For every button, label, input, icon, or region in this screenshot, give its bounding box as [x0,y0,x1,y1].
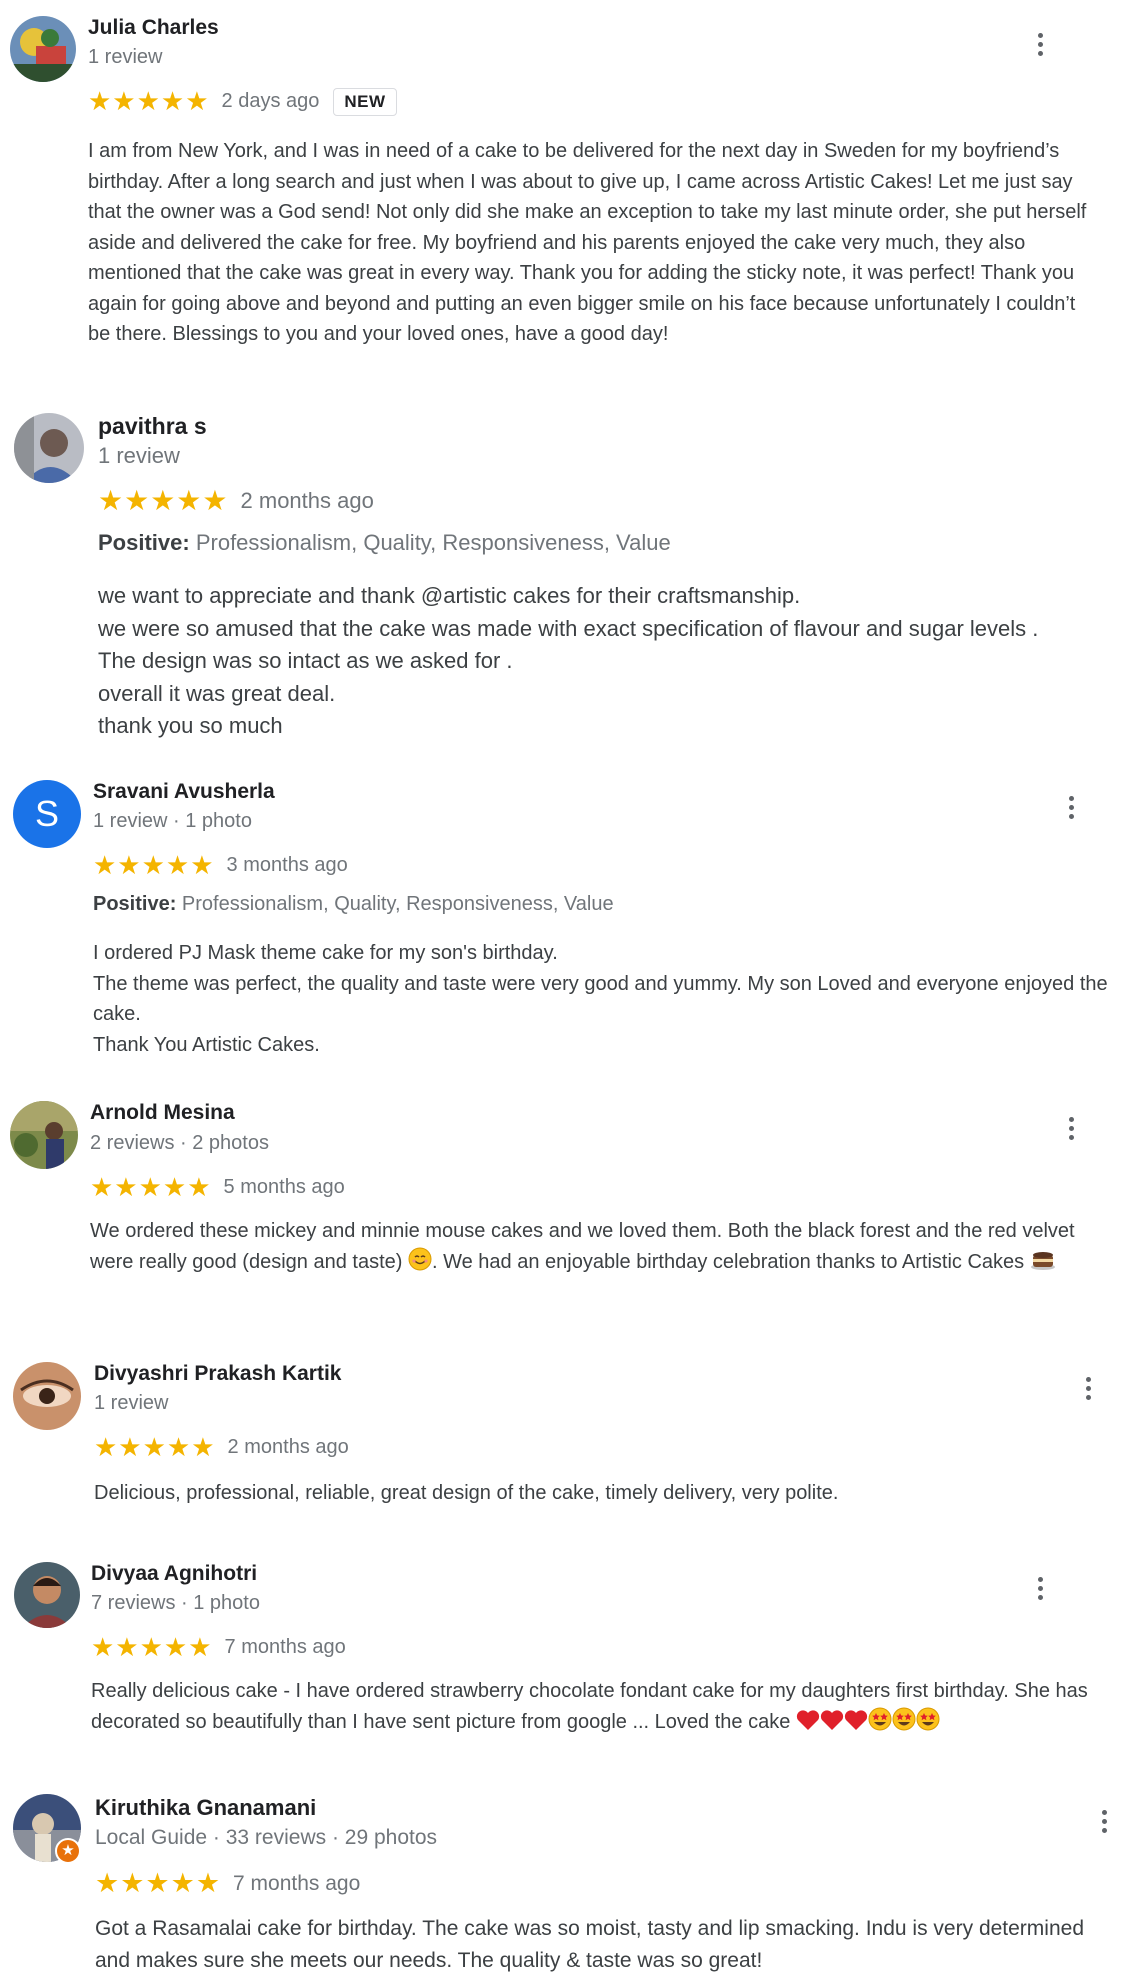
review-time: 2 months ago [240,487,374,513]
rating-row: ★★★★★ 7 months ago [91,1632,346,1663]
review-time: 7 months ago [224,1636,346,1658]
review-line: The design was so intact as we asked for… [98,648,513,673]
review-time: 3 months ago [226,854,348,876]
review-text: I am from New York, and I was in need of… [88,140,1087,345]
positive-values: Professionalism, Quality, Responsiveness… [195,530,671,555]
reviewer-meta[interactable]: 1 review [98,443,180,469]
avatar[interactable] [14,1562,80,1628]
star-struck-icon [916,1707,940,1741]
positive-attributes: Positive: Professionalism, Quality, Resp… [98,530,671,556]
review-text: Really delicious cake - I have ordered s… [91,1676,1116,1740]
red-heart-icon [844,1709,868,1741]
red-heart-icon [820,1709,844,1741]
reviewer-name[interactable]: Divyashri Prakash Kartik [94,1362,341,1386]
review-time: 2 days ago [221,90,320,112]
positive-values: Professionalism, Quality, Responsiveness… [181,893,614,915]
review-line: we want to appreciate and thank @artisti… [98,583,801,608]
review-time: 2 months ago [227,1436,349,1458]
cake-icon [1030,1247,1056,1281]
reviewer-name[interactable]: Arnold Mesina [90,1101,235,1125]
red-heart-icon [796,1709,820,1741]
rating-row: ★★★★★ 7 months ago [95,1868,360,1899]
more-options-icon[interactable] [1089,1803,1119,1839]
star-rating: ★★★★★ [93,850,215,880]
star-rating: ★★★★★ [88,86,210,116]
review-line: I ordered PJ Mask theme cake for my son'… [93,942,558,964]
review-line: thank you so much [98,713,283,738]
more-options-icon[interactable] [1056,789,1086,825]
avatar[interactable] [14,413,84,483]
more-options-icon[interactable] [1073,1370,1103,1406]
rating-row: ★★★★★ 2 months ago [98,484,374,517]
reviewer-meta[interactable]: 1 review [94,1392,168,1415]
star-rating: ★★★★★ [90,1172,212,1202]
more-options-icon[interactable] [1025,26,1055,62]
local-guide-star-icon: ★ [55,1838,81,1864]
avatar[interactable]: S [13,780,81,848]
star-rating: ★★★★★ [98,485,229,516]
star-rating: ★★★★★ [95,1868,222,1898]
review-line: The theme was perfect, the quality and t… [93,972,1108,1026]
review-time: 5 months ago [223,1176,345,1198]
more-options-icon[interactable] [1056,1110,1086,1146]
reviewer-meta[interactable]: 1 review · 1 photo [93,810,252,833]
reviewer-name[interactable]: Sravani Avusherla [93,780,275,804]
reviewer-meta[interactable]: 7 reviews · 1 photo [91,1592,260,1615]
avatar[interactable] [10,16,76,82]
reviewer-name[interactable]: pavithra s [98,413,207,440]
reviewer-meta[interactable]: Local Guide · 33 reviews · 29 photos [95,1826,437,1850]
avatar[interactable] [13,1362,81,1430]
review-line: we were so amused that the cake was made… [98,615,1039,641]
avatar-letter: S [34,793,59,834]
reviewer-name[interactable]: Divyaa Agnihotri [91,1562,257,1586]
avatar[interactable] [10,1101,78,1169]
review-time: 7 months ago [233,1871,361,1895]
new-badge: NEW [333,87,397,116]
review-line: overall it was great deal. [98,680,336,706]
star-rating: ★★★★★ [94,1432,216,1462]
review-text: We ordered these mickey and minnie mouse… [90,1216,1115,1280]
reviewer-name[interactable]: Kiruthika Gnanamani [95,1795,316,1821]
reviewer-meta[interactable]: 1 review [88,46,162,69]
more-options-icon[interactable] [1025,1570,1055,1606]
reviewer-meta[interactable]: 2 reviews · 2 photos [90,1132,269,1155]
positive-attributes: Positive: Professionalism, Quality, Resp… [93,893,614,916]
star-struck-icon [868,1707,892,1741]
rating-row: ★★★★★ 5 months ago [90,1172,345,1203]
star-struck-icon [892,1707,916,1741]
review-text: I ordered PJ Mask theme cake for my son'… [93,938,1118,1060]
review-text: Got a Rasamalai cake for birthday. The c… [95,1917,1084,1972]
rating-row: ★★★★★ 3 months ago [93,850,348,881]
review-text: we want to appreciate and thank @artisti… [98,580,1118,743]
positive-label: Positive: [93,893,177,915]
reviewer-name[interactable]: Julia Charles [88,16,219,40]
rating-row: ★★★★★ 2 days ago NEW [88,86,397,117]
rating-row: ★★★★★ 2 months ago [94,1432,349,1463]
review-text: Delicious, professional, reliable, great… [94,1482,839,1504]
review-text-part: . We had an enjoyable birthday celebrati… [431,1250,1030,1273]
star-rating: ★★★★★ [91,1632,213,1662]
smiling-face-icon [408,1247,432,1281]
positive-label: Positive: [98,530,190,555]
review-line: Thank You Artistic Cakes. [93,1033,320,1056]
